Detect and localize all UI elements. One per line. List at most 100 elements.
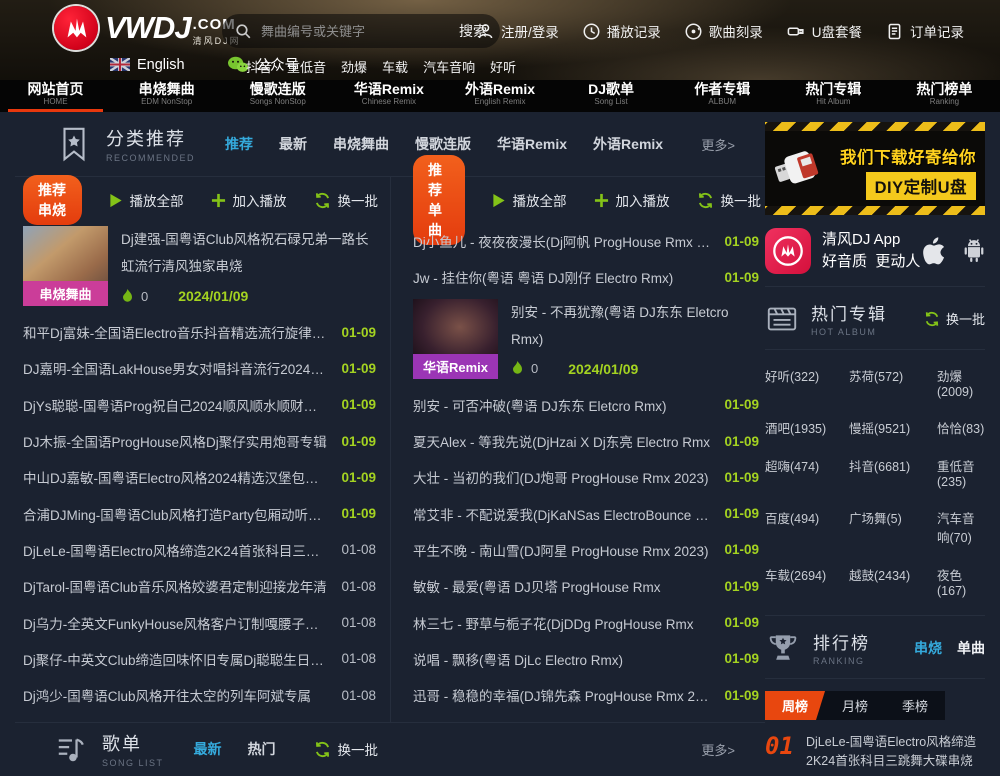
usb-ad-banner[interactable]: 我们下载好寄给你 DIY定制U盘 xyxy=(765,122,985,215)
nonstop-badge[interactable]: 推荐串烧 xyxy=(23,175,82,225)
search-input[interactable] xyxy=(261,24,459,39)
album-tag[interactable]: 恰恰(83) xyxy=(937,418,985,437)
nonstop-refresh-button[interactable]: 换一批 xyxy=(314,190,379,210)
song-row[interactable]: 说唱 - 飘移(粤语 DjLc Electro Rmx) 01-09 xyxy=(405,641,761,677)
hot-keyword-link[interactable]: 车载 xyxy=(382,57,408,76)
ranking-period-tab[interactable]: 周榜 xyxy=(765,691,825,720)
nav-item[interactable]: 网站首页 HOME xyxy=(0,80,111,112)
recommend-tab[interactable]: 外语Remix xyxy=(593,134,663,154)
album-tag[interactable]: 抖音(6681) xyxy=(849,456,929,489)
song-row[interactable]: Dj鸿少-国粤语Club风格开往太空的列车阿斌专属 01-08 xyxy=(15,677,378,713)
song-row[interactable]: 中山DJ嘉敏-国粤语Electro风格2024精选汉堡包专属 01-09 xyxy=(15,459,378,495)
featured-title[interactable]: Dj建强-国粤语Club风格祝石碌兄弟一路长虹流行清风独家串烧 xyxy=(121,226,376,280)
album-tag[interactable]: 重低音(235) xyxy=(937,456,985,489)
nonstop-play-all-button[interactable]: 播放全部 xyxy=(109,190,184,210)
ranking-type-tab[interactable]: 单曲 xyxy=(957,638,985,658)
song-row[interactable]: 敏敏 - 最爱(粤语 DJ贝塔 ProgHouse Rmx 01-09 xyxy=(405,568,761,604)
singles-refresh-button[interactable]: 换一批 xyxy=(697,190,762,210)
album-tag[interactable]: 车载(2694) xyxy=(765,565,841,598)
song-row[interactable]: DjLeLe-国粤语Electro风格缔造2K24首张科目三跳舞 01-08 xyxy=(15,532,378,568)
nav-item-sublabel: HOME xyxy=(0,97,111,107)
album-tag[interactable]: 汽车音响(70) xyxy=(937,508,985,546)
song-row[interactable]: Dj聚仔-中英文Club缔造回味怀旧专属Dj聪聪生日独家 01-08 xyxy=(15,641,378,677)
nav-item[interactable]: 外语Remix English Remix xyxy=(444,80,555,112)
album-tag[interactable]: 广场舞(5) xyxy=(849,508,929,546)
recommend-tab[interactable]: 推荐 xyxy=(225,134,253,154)
hot-keyword-link[interactable]: 抖音 xyxy=(246,57,272,76)
featured-thumbnail[interactable]: 串烧舞曲 xyxy=(23,226,108,306)
play-history-link[interactable]: 播放记录 xyxy=(582,21,661,41)
album-tag[interactable]: 慢摇(9521) xyxy=(849,418,929,437)
hot-keyword-link[interactable]: 汽车音响 xyxy=(423,57,475,76)
app-icon[interactable] xyxy=(765,228,811,274)
apple-icon[interactable] xyxy=(920,234,950,268)
song-row[interactable]: 别安 - 可否冲破(粤语 DJ东东 Eletcro Rmx) 01-09 xyxy=(405,387,761,423)
album-tag[interactable]: 超嗨(474) xyxy=(765,456,841,489)
album-tag[interactable]: 百度(494) xyxy=(765,508,841,546)
order-history-link[interactable]: 订单记录 xyxy=(885,21,964,41)
album-tag[interactable]: 苏荷(572) xyxy=(849,366,929,399)
song-row[interactable]: Jw - 挂住你(粤语 粤语 DJ刚仔 Electro Rmx) 01-09 xyxy=(405,259,761,295)
songlist-tab[interactable]: 热门 xyxy=(248,739,276,759)
nav-item[interactable]: 作者专辑 ALBUM xyxy=(667,80,778,112)
album-tag[interactable]: 夜色(167) xyxy=(937,565,985,598)
album-tag[interactable]: 好听(322) xyxy=(765,366,841,399)
nav-item[interactable]: 热门榜单 Ranking xyxy=(889,80,1000,112)
usb-package-link[interactable]: U盘套餐 xyxy=(786,21,862,41)
recommend-tab[interactable]: 最新 xyxy=(279,134,307,154)
singles-add-play-button[interactable]: 加入播放 xyxy=(594,190,670,210)
song-title: Dj鸿少-国粤语Club风格开往太空的列车阿斌专属 xyxy=(23,685,329,705)
nav-item[interactable]: DJ歌单 Song List xyxy=(556,80,667,112)
hot-keyword-link[interactable]: 好听 xyxy=(490,57,516,76)
singles-play-all-button[interactable]: 播放全部 xyxy=(492,190,567,210)
singles-featured: 华语Remix 别安 - 不再犹豫(粤语 DJ东东 Eletcro Rmx) 0… xyxy=(405,296,761,387)
featured-title[interactable]: 别安 - 不再犹豫(粤语 DJ东东 Eletcro Rmx) xyxy=(511,299,759,353)
song-title: 林三七 - 野草与栀子花(DjDDg ProgHouse Rmx xyxy=(413,613,712,633)
song-row[interactable]: 和平Dj富妹-全国语Electro音乐抖音精选流行旋律清风 01-09 xyxy=(15,314,378,350)
song-row[interactable]: 平生不晚 - 南山雪(DJ阿星 ProgHouse Rmx 2023) 01-0… xyxy=(405,532,761,568)
nav-item[interactable]: 慢歌连版 Songs NonStop xyxy=(222,80,333,112)
language-switch[interactable]: English xyxy=(110,57,185,73)
song-burn-link[interactable]: 歌曲刻录 xyxy=(684,21,763,41)
site-logo[interactable]: VWDJ .COM 清风DJ网 xyxy=(54,6,241,50)
recommend-tab[interactable]: 华语Remix xyxy=(497,134,567,154)
song-row[interactable]: 迅哥 - 稳稳的幸福(DJ锦先森 ProgHouse Rmx 2023) 01-… xyxy=(405,677,761,713)
nonstop-add-play-button[interactable]: 加入播放 xyxy=(211,190,287,210)
ranking-period-tab[interactable]: 季榜 xyxy=(885,691,945,720)
hot-keyword-link[interactable]: 重低音 xyxy=(287,57,326,76)
ranking-list: 01 DjLeLe-国粤语Electro风格缔造2K24首张科目三跳舞大碟串烧 … xyxy=(765,733,985,776)
nav-item[interactable]: 华语Remix Chinese Remix xyxy=(333,80,444,112)
hot-keyword-link[interactable]: 劲爆 xyxy=(341,57,367,76)
song-date: 01-08 xyxy=(341,688,376,703)
login-link[interactable]: 注册/登录 xyxy=(476,21,559,41)
recommend-tab[interactable]: 慢歌连版 xyxy=(415,134,471,154)
rank-item[interactable]: 01 DjLeLe-国粤语Electro风格缔造2K24首张科目三跳舞大碟串烧 xyxy=(765,733,985,770)
song-title: 别安 - 可否冲破(粤语 DJ东东 Eletcro Rmx) xyxy=(413,395,712,415)
album-tag[interactable]: 劲爆(2009) xyxy=(937,366,985,399)
album-tag[interactable]: 越鼓(2434) xyxy=(849,565,929,598)
songlist-refresh-button[interactable]: 换一批 xyxy=(314,739,379,759)
song-row[interactable]: 夏天Alex - 等我先说(DjHzai X Dj东亮 Electro Rmx … xyxy=(405,423,761,459)
hot-album-refresh-button[interactable]: 换一批 xyxy=(924,309,985,328)
ranking-period-tab[interactable]: 月榜 xyxy=(825,691,885,720)
album-tag[interactable]: 酒吧(1935) xyxy=(765,418,841,437)
songlist-tab[interactable]: 最新 xyxy=(194,739,222,759)
recommend-tab[interactable]: 串烧舞曲 xyxy=(333,134,389,154)
featured-thumbnail[interactable]: 华语Remix xyxy=(413,299,498,379)
song-row[interactable]: 林三七 - 野草与栀子花(DjDDg ProgHouse Rmx 01-09 xyxy=(405,604,761,640)
song-row[interactable]: Dj乌力-全英文FunkyHouse风格客户订制嘎腰子专属 01-08 xyxy=(15,604,378,640)
song-row[interactable]: DjTarol-国粤语Club音乐风格姣婆君定制迎接龙年清 01-08 xyxy=(15,568,378,604)
song-row[interactable]: DJ嘉明-全国语LakHouse男女对唱抖音流行2024清吧 01-09 xyxy=(15,350,378,386)
android-icon[interactable] xyxy=(959,235,989,267)
song-date: 01-08 xyxy=(341,615,376,630)
song-row[interactable]: DjYs聪聪-国粤语Prog祝自己2024顺风顺水顺财神生 01-09 xyxy=(15,387,378,423)
ranking-type-tab[interactable]: 串烧 xyxy=(914,638,942,658)
nav-item[interactable]: 串烧舞曲 EDM NonStop xyxy=(111,80,222,112)
songlist-more-link[interactable]: 更多> xyxy=(701,740,735,759)
song-row[interactable]: DJ木振-全国语ProgHouse风格Dj聚仔实用炮哥专辑 01-09 xyxy=(15,423,378,459)
nav-item[interactable]: 热门专辑 Hit Album xyxy=(778,80,889,112)
song-row[interactable]: 常艾非 - 不配说爱我(DjKaNSas ElectroBounce Rmx 0… xyxy=(405,495,761,531)
song-row[interactable]: 合浦DJMing-国粤语Club风格打造Party包厢动听旋律 01-09 xyxy=(15,495,378,531)
recommend-more-link[interactable]: 更多> xyxy=(701,135,735,154)
song-row[interactable]: 大壮 - 当初的我们(DJ炮哥 ProgHouse Rmx 2023) 01-0… xyxy=(405,459,761,495)
